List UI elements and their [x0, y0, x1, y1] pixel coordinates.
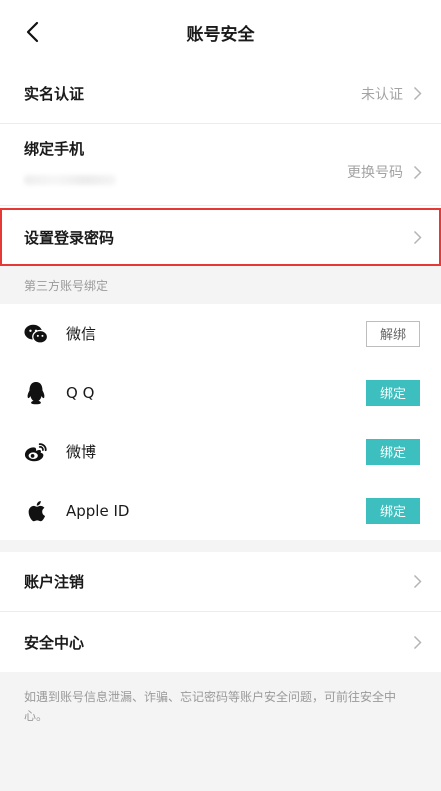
chevron-right-icon — [411, 634, 423, 650]
nav-bar: 账号安全 — [0, 0, 441, 64]
set-login-password-row[interactable]: 设置登录密码 — [0, 208, 441, 266]
unbind-wechat-button[interactable]: 解绑 — [366, 320, 420, 347]
bind-apple-button[interactable]: 绑定 — [366, 497, 420, 524]
apple-icon — [24, 499, 48, 523]
chevron-right-icon — [411, 86, 423, 102]
real-name-label: 实名认证 — [24, 85, 85, 103]
bind-phone-row[interactable]: 绑定手机 更换号码 — [0, 124, 441, 206]
third-party-name: 微信 — [66, 325, 97, 343]
security-tip-text: 如遇到账号信息泄漏、诈骗、忘记密码等账户安全问题，可前往安全中心。 — [24, 690, 397, 723]
page-title: 账号安全 — [186, 24, 255, 45]
security-center-row[interactable]: 安全中心 — [0, 612, 441, 672]
set-login-password-label: 设置登录密码 — [24, 228, 115, 247]
chevron-right-icon — [411, 574, 423, 590]
back-button[interactable] — [14, 14, 50, 50]
security-settings-section: 实名认证 未认证 绑定手机 更换号码 设置登录密码 — [0, 64, 441, 266]
third-party-name: Q Q — [66, 383, 95, 402]
weibo-icon — [24, 440, 48, 464]
change-number-label: 更换号码 — [347, 165, 403, 181]
real-name-status: 未认证 — [361, 86, 403, 103]
bind-qq-button[interactable]: 绑定 — [366, 379, 420, 406]
change-number-action[interactable]: 更换号码 — [347, 162, 423, 182]
bind-weibo-button[interactable]: 绑定 — [366, 438, 420, 465]
chevron-right-icon — [411, 164, 423, 180]
third-party-name: 微博 — [66, 443, 97, 461]
account-section: 账户注销 安全中心 — [0, 552, 441, 672]
qq-icon — [24, 381, 48, 405]
account-security-screen: 账号安全 实名认证 未认证 绑定手机 更换号码 设置登录密码 第三方账号绑定 微… — [0, 0, 441, 791]
wechat-icon — [24, 322, 48, 346]
account-cancel-label: 账户注销 — [24, 573, 85, 591]
chevron-right-icon — [411, 229, 423, 245]
account-cancel-row[interactable]: 账户注销 — [0, 552, 441, 612]
third-party-name: Apple ID — [66, 501, 130, 520]
third-party-section: 微信 解绑 Q Q 绑定 微博 绑定 Apple ID 绑定 — [0, 304, 441, 540]
third-party-item-qq: Q Q 绑定 — [0, 363, 441, 422]
masked-phone-number — [24, 175, 116, 185]
chevron-left-icon — [26, 21, 39, 43]
real-name-row[interactable]: 实名认证 未认证 — [0, 64, 441, 124]
third-party-item-wechat: 微信 解绑 — [0, 304, 441, 363]
third-party-caption: 第三方账号绑定 — [0, 266, 441, 304]
bind-phone-label: 绑定手机 — [24, 140, 85, 158]
third-party-item-weibo: 微博 绑定 — [0, 422, 441, 481]
section-gap — [0, 540, 441, 552]
security-center-label: 安全中心 — [24, 633, 85, 652]
third-party-item-apple: Apple ID 绑定 — [0, 481, 441, 540]
